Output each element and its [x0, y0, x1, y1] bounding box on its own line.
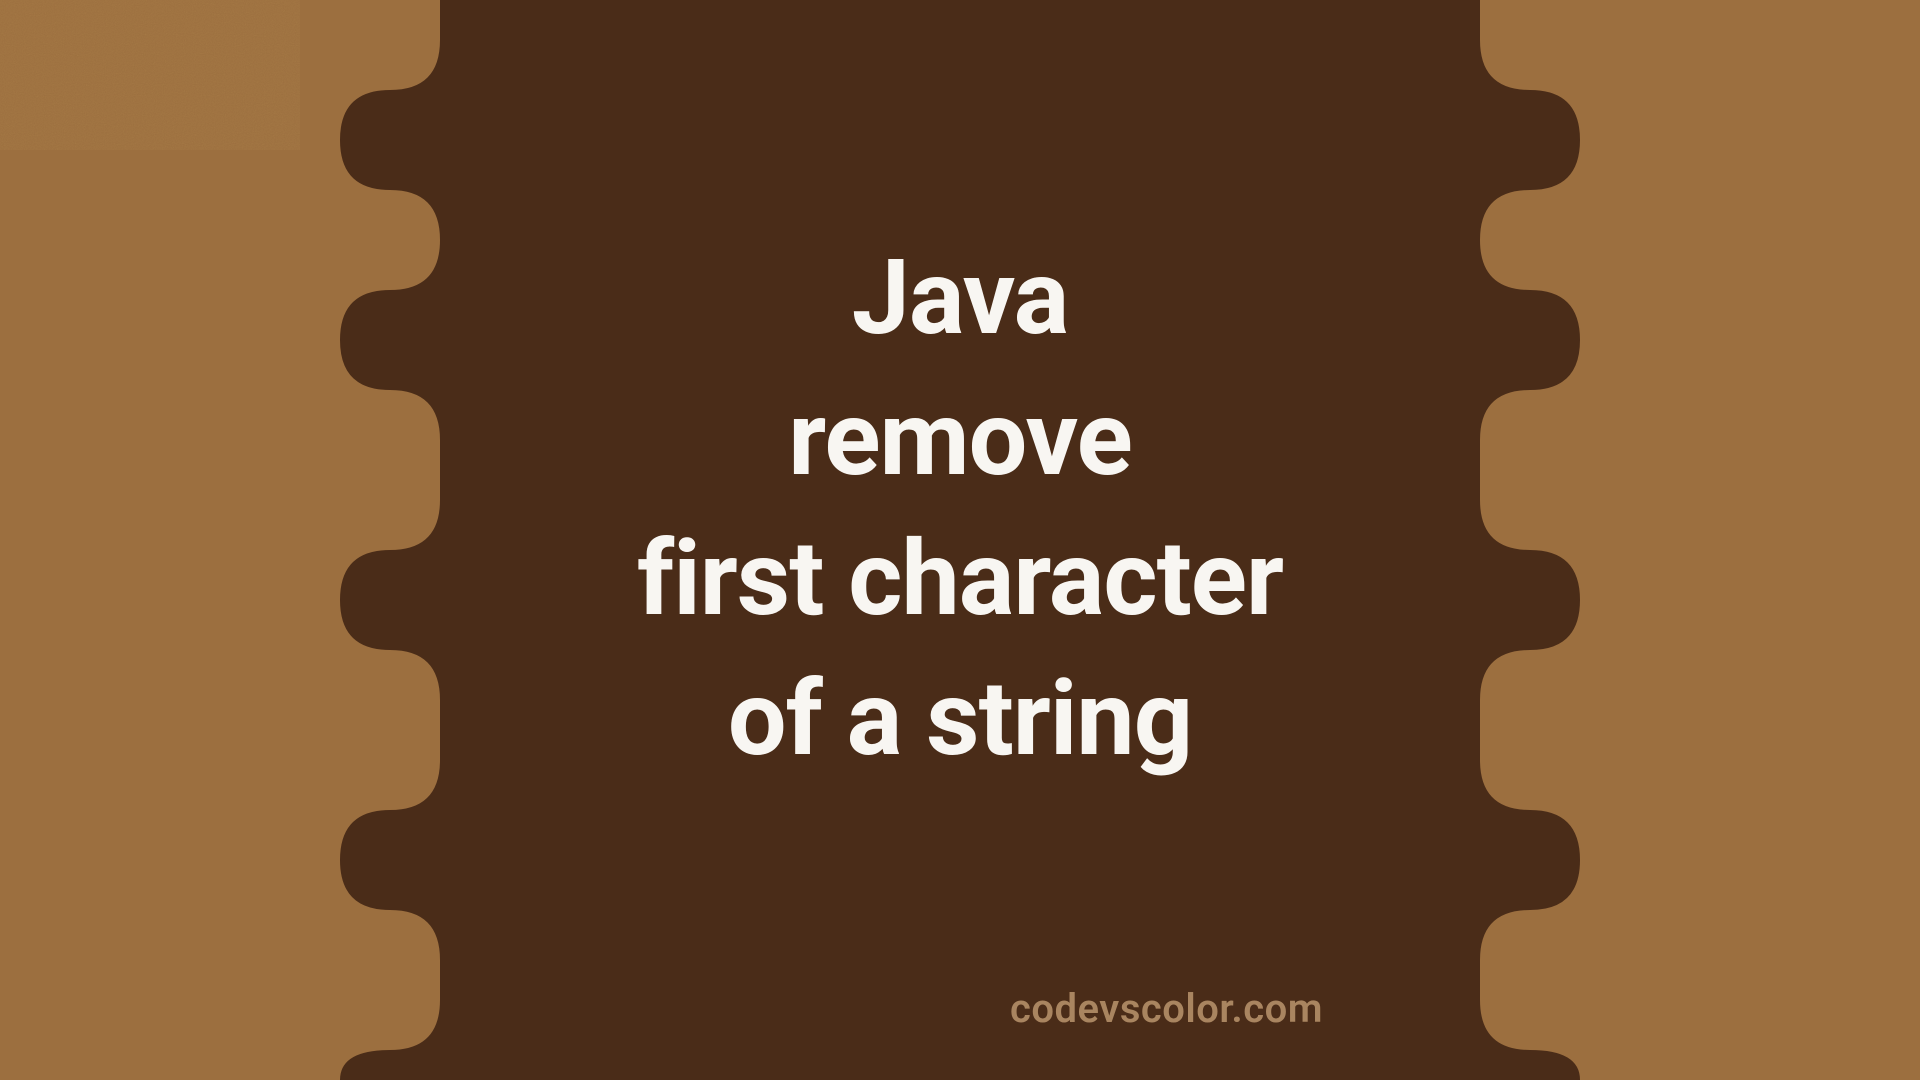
page-title: Java remove first character of a string [637, 229, 1283, 791]
title-line-1: Java [852, 238, 1069, 359]
watermark-text: codevscolor.com [1010, 985, 1323, 1032]
content-container: Java remove first character of a string [0, 0, 1920, 1080]
title-line-4: of a string [728, 659, 1192, 780]
title-line-2: remove [788, 379, 1131, 500]
title-line-3: first character [637, 519, 1283, 640]
